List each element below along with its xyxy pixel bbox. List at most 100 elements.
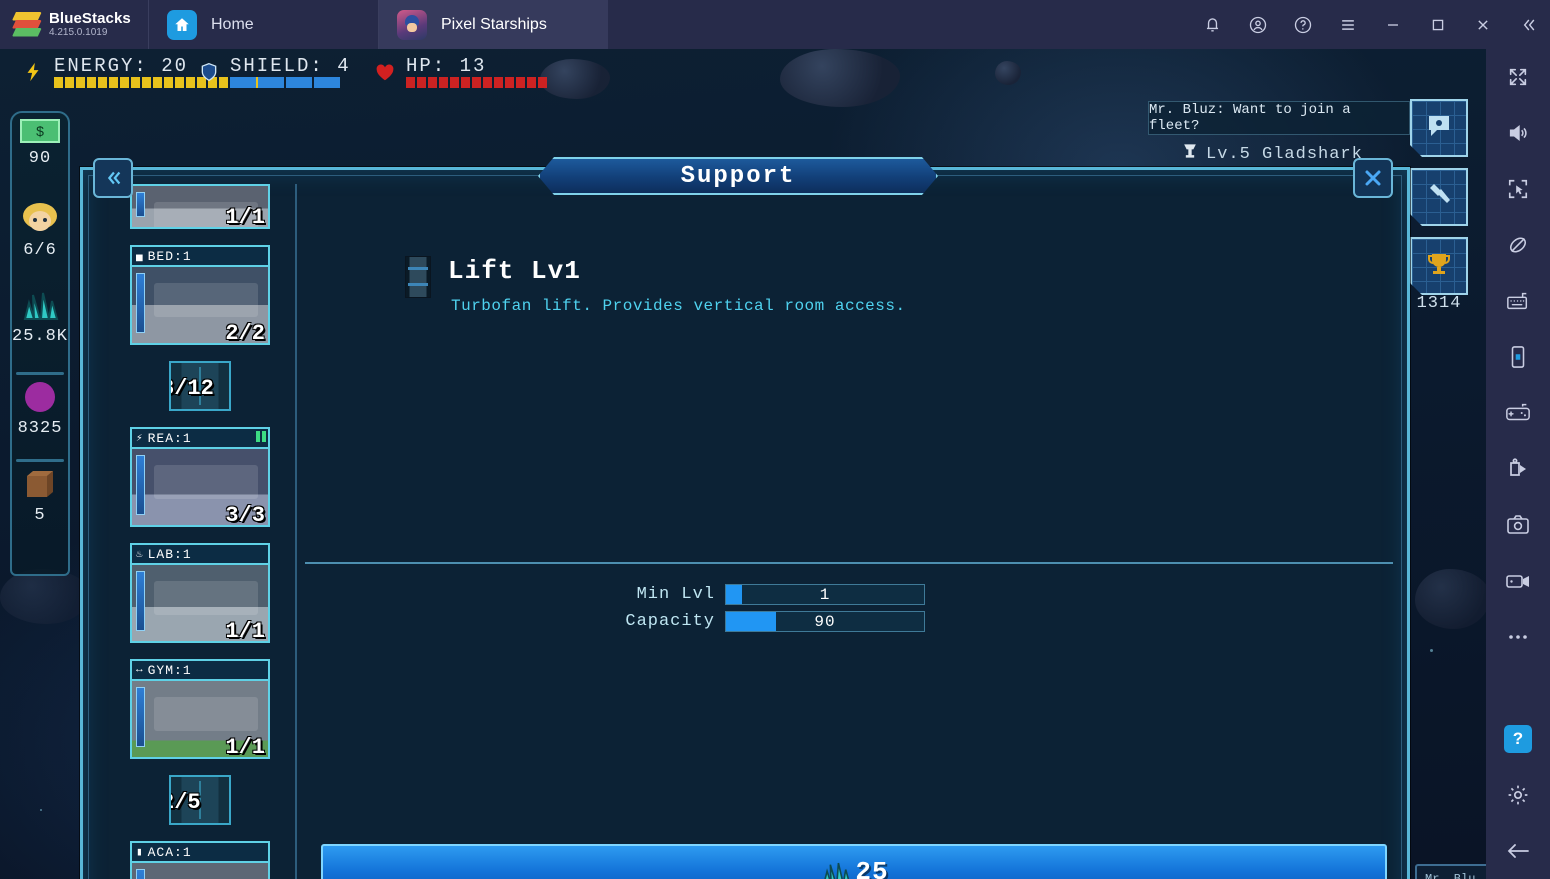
- collapse-list-button[interactable]: [93, 158, 133, 198]
- help-icon[interactable]: [1280, 0, 1325, 49]
- close-icon[interactable]: [1460, 0, 1505, 49]
- room-art: [154, 581, 258, 615]
- stat-value: 1: [819, 585, 831, 604]
- back-icon[interactable]: [1486, 823, 1550, 879]
- room-list[interactable]: 1/1▄BED:12/28/12⚡REA:13/3♨LAB:11/1↔GYM:1…: [105, 184, 297, 879]
- minimize-icon[interactable]: [1370, 0, 1415, 49]
- resource-gas[interactable]: 8325: [12, 376, 68, 458]
- account-icon[interactable]: [1235, 0, 1280, 49]
- room-list-item[interactable]: ♨ LAB:1 1/1: [130, 543, 270, 643]
- hud-pip: [406, 77, 415, 88]
- home-icon: [167, 9, 197, 40]
- bluestacks-sidebar: ?: [1486, 49, 1550, 879]
- game-viewport[interactable]: ENERGY: 20 SHIELD: 4 HP: 13 $ 90 6/6 25.…: [0, 49, 1486, 879]
- hud-pip: [461, 77, 470, 88]
- settings-icon[interactable]: [1486, 767, 1550, 823]
- help-icon-label: ?: [1504, 725, 1532, 753]
- shield-label: SHIELD: 4: [230, 55, 351, 77]
- resource-crew[interactable]: 6/6: [12, 199, 68, 285]
- room-list-item[interactable]: ▄ BED:1 2/2: [130, 245, 270, 345]
- gamepad-icon[interactable]: [1486, 385, 1550, 441]
- room-name-label: REA:1: [147, 430, 192, 446]
- tab-pixel-starships[interactable]: Pixel Starships: [378, 0, 608, 49]
- room-list-item[interactable]: 1/1: [130, 184, 270, 229]
- room-list-item[interactable]: ⚡ REA:1 3/3: [130, 427, 270, 527]
- chat-bubble[interactable]: Mr. Bluz: Want to join a fleet?: [1148, 101, 1410, 135]
- notifications-icon[interactable]: [1190, 0, 1235, 49]
- stat-value: 90: [814, 612, 836, 631]
- room-name-label: BED:1: [147, 248, 192, 264]
- fullscreen-icon[interactable]: [1486, 49, 1550, 105]
- star-decoration: [40, 809, 42, 811]
- hammer-icon: [1425, 181, 1453, 214]
- hud-pip: [54, 77, 63, 88]
- hud-pip: [186, 77, 195, 88]
- stat-bar: 1: [725, 584, 925, 605]
- room-capacity-label: 3/3: [225, 503, 265, 527]
- video-record-icon[interactable]: [1486, 553, 1550, 609]
- volume-icon[interactable]: [1486, 105, 1550, 161]
- hud-pip: [538, 77, 547, 88]
- resource-cash[interactable]: $ 90: [12, 113, 68, 199]
- hud-pip: [483, 77, 492, 88]
- asteroid-decoration: [995, 61, 1021, 85]
- collapse-sidebar-icon[interactable]: [1505, 0, 1550, 49]
- close-dialog-button[interactable]: [1353, 158, 1393, 198]
- player-rank-line: Lv.5 Gladshark: [1180, 141, 1363, 167]
- room-description: Turbofan lift. Provides vertical room ac…: [451, 297, 906, 315]
- pointer-lock-icon[interactable]: [1486, 161, 1550, 217]
- hud-pip: [175, 77, 184, 88]
- page-title: Support: [680, 162, 796, 190]
- trophy-button[interactable]: [1410, 237, 1468, 295]
- room-detail-pane: Lift Lv1 Turbofan lift. Provides vertica…: [305, 184, 1393, 879]
- room-door-rail: [136, 869, 145, 879]
- hud-pip: [450, 77, 459, 88]
- asteroid-decoration: [780, 49, 900, 107]
- resource-mineral[interactable]: 25.8K: [12, 285, 68, 371]
- stat-row: Capacity 90: [305, 611, 1393, 632]
- room-capacity-label: 2/5: [171, 790, 201, 815]
- screenshot-icon[interactable]: [1486, 497, 1550, 553]
- room-door-rail: [136, 687, 145, 747]
- resource-supply[interactable]: 5: [12, 463, 68, 545]
- eco-mode-icon[interactable]: [1486, 217, 1550, 273]
- room-thumbnail: 1/1: [130, 679, 270, 759]
- cash-icon: $: [20, 119, 60, 148]
- room-name-label: ACA:1: [147, 844, 192, 860]
- chat-corner-preview[interactable]: Mr. Blu join throug: [1415, 864, 1486, 879]
- hud-pip: [505, 77, 514, 88]
- buy-button[interactable]: 25: [321, 844, 1387, 879]
- menu-icon[interactable]: [1325, 0, 1370, 49]
- lift-room-icon: [405, 256, 431, 298]
- hud-pip: [527, 77, 536, 88]
- build-button[interactable]: [1410, 168, 1468, 226]
- tab-home[interactable]: Home: [148, 0, 378, 49]
- star-decoration: [1430, 649, 1433, 652]
- hp-label: HP: 13: [406, 55, 487, 77]
- shield-icon: [196, 59, 222, 85]
- brand-name: BlueStacks: [49, 9, 131, 27]
- room-art: [154, 283, 258, 317]
- macro-record-icon[interactable]: [1486, 441, 1550, 497]
- rotate-screen-icon[interactable]: [1486, 329, 1550, 385]
- room-list-item[interactable]: ↔ GYM:1 1/1: [130, 659, 270, 759]
- help-icon[interactable]: ?: [1486, 711, 1550, 767]
- room-capacity-label: 2/2: [225, 321, 265, 345]
- room-thumbnail: 2/2: [130, 265, 270, 345]
- room-thumbnail: 3/3: [130, 447, 270, 527]
- resource-gas-value: 8325: [17, 419, 63, 438]
- keyboard-controls-icon[interactable]: [1486, 273, 1550, 329]
- room-list-item[interactable]: ▮ACA:10/1: [130, 841, 270, 879]
- stat-bar: 90: [725, 611, 925, 632]
- room-list-item[interactable]: 2/5: [169, 775, 231, 825]
- room-list-item[interactable]: 8/12: [169, 361, 231, 411]
- room-capacity-label: 8/12: [171, 376, 214, 401]
- trophy-rank-icon: [1180, 141, 1200, 167]
- room-door-rail: [136, 571, 145, 631]
- maximize-icon[interactable]: [1415, 0, 1460, 49]
- more-icon[interactable]: [1486, 609, 1550, 665]
- dialog-title-banner: Support: [538, 157, 938, 195]
- chat-button[interactable]: [1410, 99, 1468, 157]
- crew-icon: [19, 201, 61, 240]
- room-capacity-label: 1/1: [225, 205, 265, 229]
